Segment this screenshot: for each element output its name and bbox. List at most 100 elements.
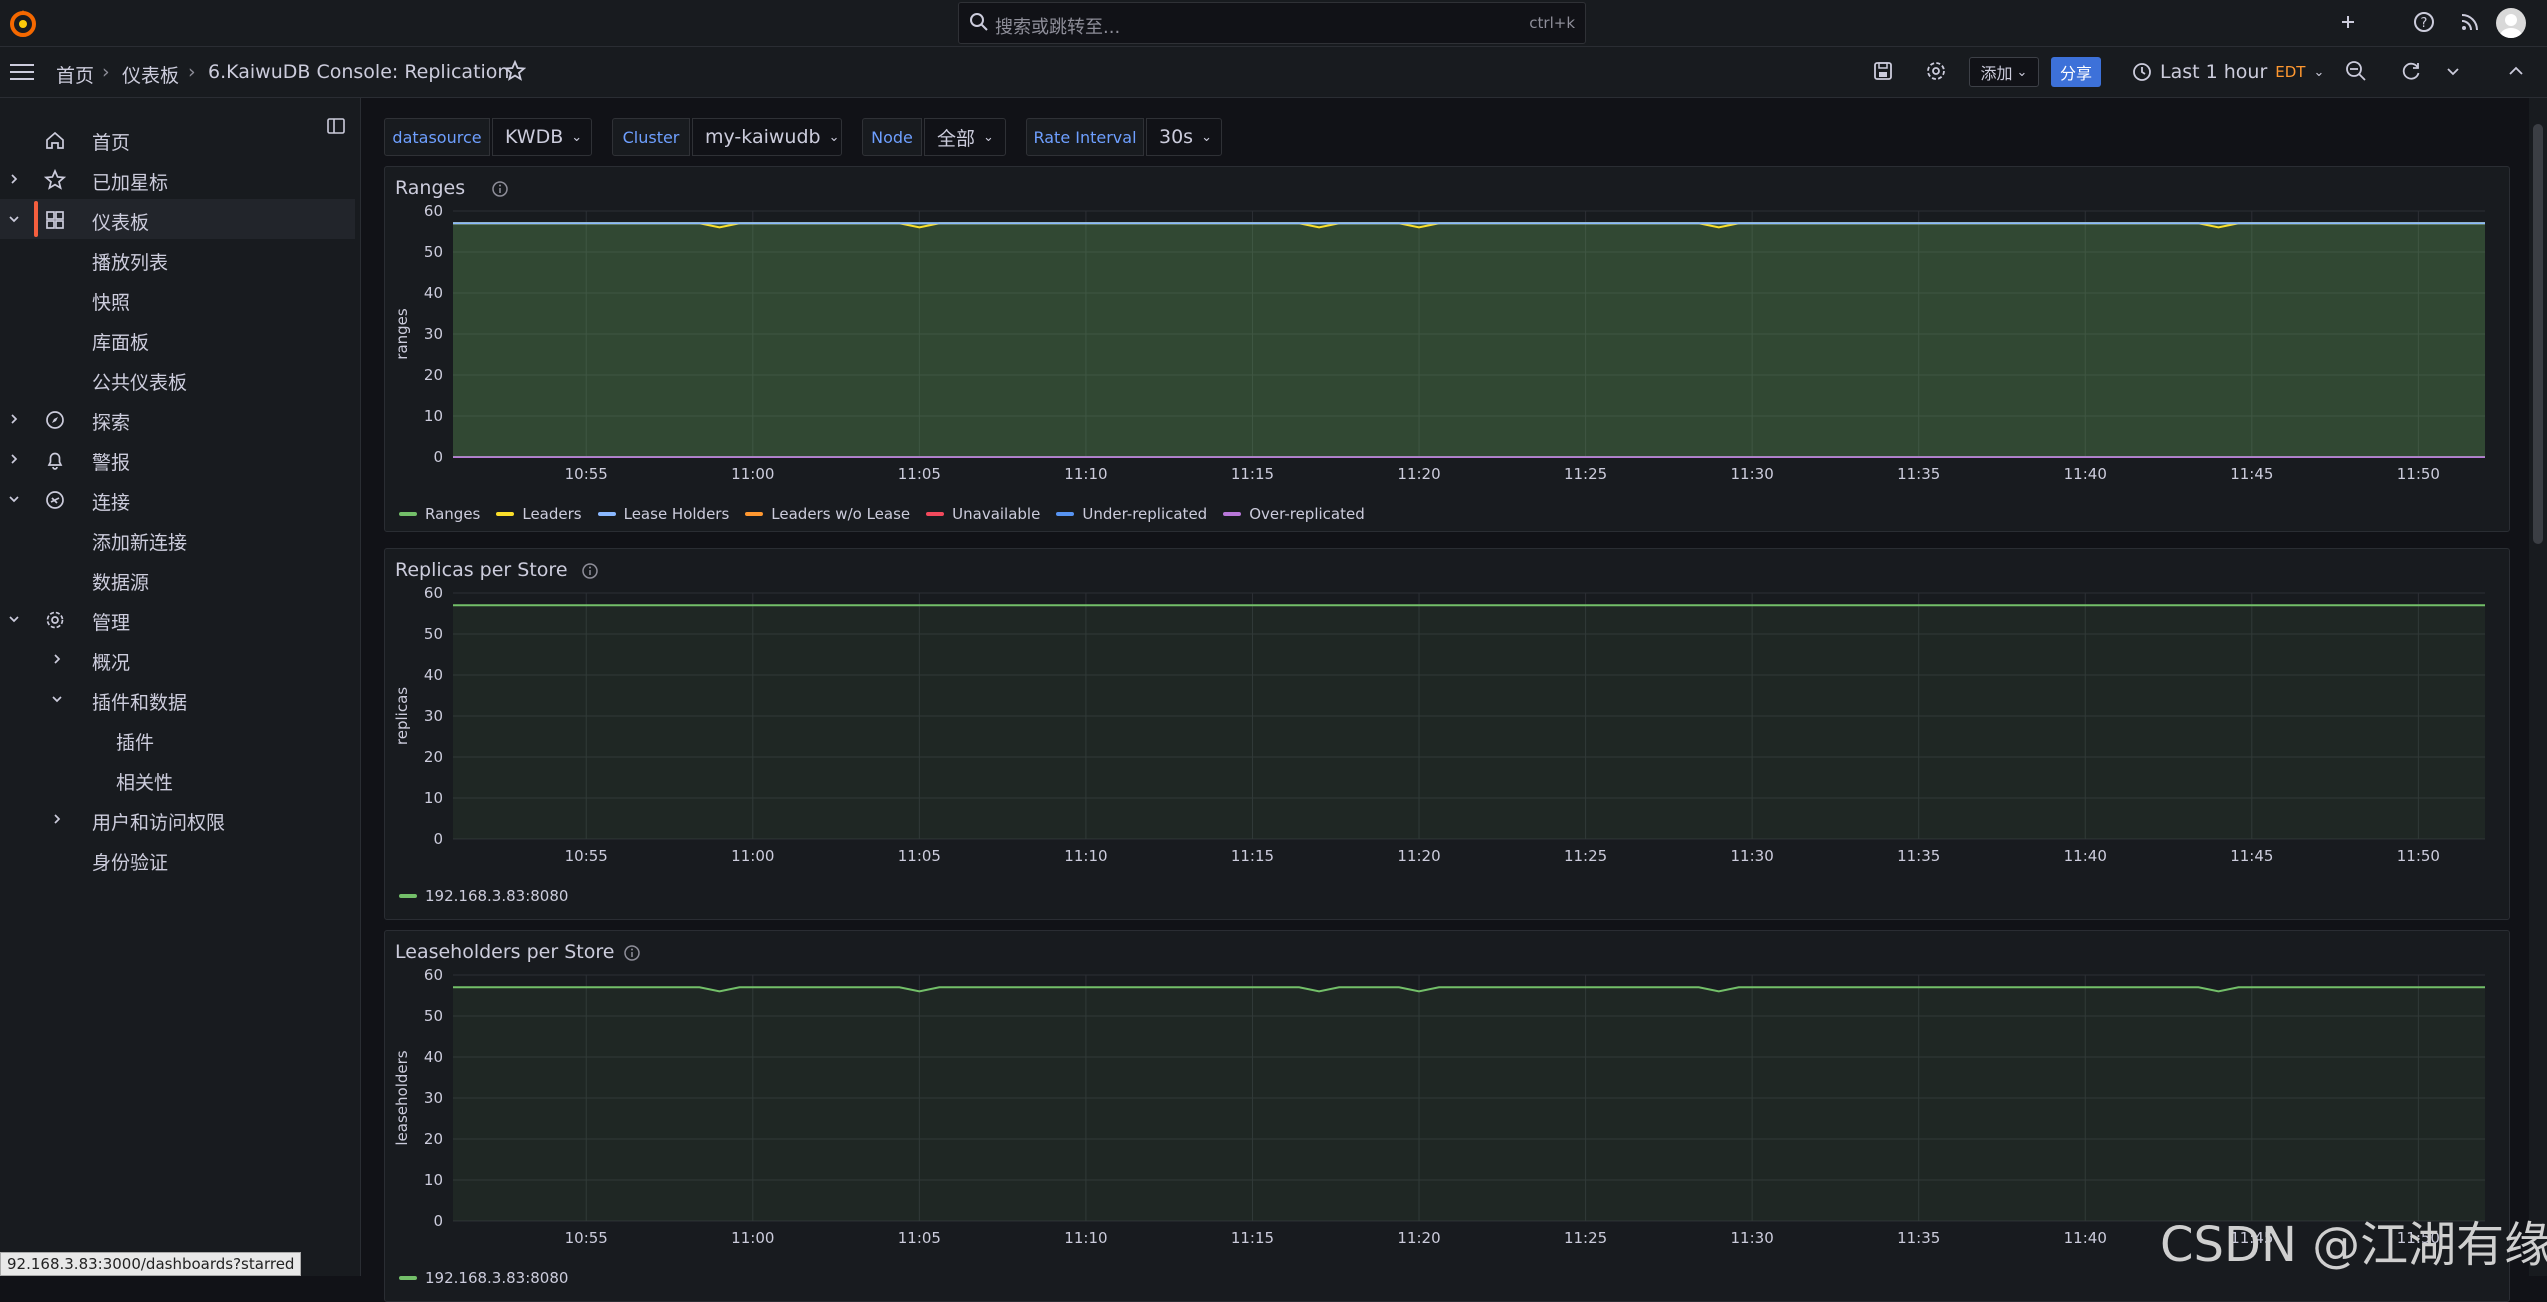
legend-item[interactable]: Lease Holders	[597, 505, 730, 523]
y-axis-label: leaseholders	[393, 1050, 411, 1145]
series-area	[453, 987, 2485, 1221]
sidebar-item-12[interactable]: 管理	[0, 599, 355, 639]
add-button-label: 添加	[1980, 64, 2013, 83]
sidebar-item-label: 用户和访问权限	[92, 812, 226, 834]
chevron-down-icon[interactable]	[7, 212, 21, 226]
x-tick-label: 11:50	[2397, 465, 2440, 483]
breadcrumb-dashboards[interactable]: 仪表板	[122, 61, 179, 88]
sidebar-item-3[interactable]: 播放列表	[0, 239, 355, 279]
sidebar-item-7[interactable]: 探索	[0, 399, 355, 439]
add-button[interactable]: 添加 ⌄	[1969, 57, 2039, 87]
legend-swatch	[399, 1276, 417, 1280]
sidebar-item-8[interactable]: 警报	[0, 439, 355, 479]
x-tick-label: 11:15	[1231, 465, 1274, 483]
grafana-logo-icon[interactable]	[8, 8, 38, 38]
menu-hamburger-icon[interactable]	[10, 63, 34, 81]
avatar-user-icon	[2500, 14, 2522, 38]
y-tick-label: 30	[424, 707, 443, 725]
sidebar-item-9[interactable]: 连接	[0, 479, 355, 519]
chevron-right-icon[interactable]	[50, 652, 64, 666]
save-icon[interactable]	[1872, 60, 1894, 82]
sidebar-item-2[interactable]: 仪表板	[0, 199, 355, 239]
sidebar-item-18[interactable]: 身份验证	[0, 839, 355, 879]
sidebar-item-16[interactable]: 相关性	[0, 759, 355, 799]
sidebar-item-1[interactable]: 已加星标	[0, 159, 355, 199]
legend-label: Lease Holders	[623, 505, 730, 523]
help-icon[interactable]: ?	[2412, 10, 2436, 34]
variable-cluster-select[interactable]: my-kaiwudb ⌄	[692, 118, 842, 156]
sidebar-nav: 首页 已加星标 仪表板 播放列表 快照 库面板 公共仪表板 探索 警报 连接 添加新连接 数据源 管理概…	[0, 98, 361, 1276]
legend-item[interactable]: Over-replicated	[1223, 505, 1365, 523]
sidebar-item-14[interactable]: 插件和数据	[0, 679, 355, 719]
sidebar-item-5[interactable]: 库面板	[0, 319, 355, 359]
variable-node-select[interactable]: 全部 ⌄	[924, 118, 1006, 156]
compass-icon	[46, 411, 64, 429]
top-bar: 搜索或跳转至... ctrl+k ?	[0, 0, 2547, 47]
scrollbar-thumb[interactable]	[2533, 124, 2543, 544]
sidebar-item-10[interactable]: 添加新连接	[0, 519, 355, 559]
y-tick-label: 10	[424, 789, 443, 807]
rss-news-icon[interactable]	[2458, 10, 2482, 34]
legend-item[interactable]: 192.168.3.83:8080	[399, 887, 568, 905]
x-tick-label: 11:40	[2064, 847, 2107, 865]
variable-datasource-select[interactable]: KWDB ⌄	[492, 118, 592, 156]
x-tick-label: 11:40	[2064, 465, 2107, 483]
chart-legend: 192.168.3.83:8080	[399, 887, 568, 905]
legend-item[interactable]: Under-replicated	[1056, 505, 1207, 523]
sidebar-item-6[interactable]: 公共仪表板	[0, 359, 355, 399]
sidebar-item-11[interactable]: 数据源	[0, 559, 355, 599]
chevron-right-icon[interactable]	[7, 172, 21, 186]
star-icon[interactable]	[504, 60, 526, 82]
legend-item[interactable]: Leaders w/o Lease	[745, 505, 910, 523]
variable-datasource-value: KWDB	[505, 126, 564, 148]
chevron-down-icon[interactable]	[7, 612, 21, 626]
legend-swatch	[1223, 512, 1242, 516]
x-tick-label: 11:10	[1064, 847, 1107, 865]
chevron-right-icon[interactable]	[7, 452, 21, 466]
breadcrumb-home[interactable]: 首页	[56, 61, 94, 88]
timezone-label: EDT	[2275, 63, 2306, 81]
chevron-down-icon[interactable]	[7, 492, 21, 506]
zoom-out-icon[interactable]	[2345, 60, 2367, 82]
legend-item[interactable]: 192.168.3.83:8080	[399, 1269, 568, 1287]
plus-icon[interactable]	[2336, 10, 2360, 34]
y-tick-label: 0	[433, 448, 443, 466]
refresh-icon[interactable]	[2400, 60, 2422, 82]
legend-item[interactable]: Unavailable	[926, 505, 1040, 523]
panel-replicas-per-store[interactable]: Replicas per Store 0 10 20 30 40 50 60 10:55 11:…	[384, 548, 2510, 920]
chevron-right-icon[interactable]	[7, 412, 21, 426]
panel-ranges[interactable]: Ranges 0 10 20 30 40 50 60 10:55 11:00 11:05 11:10…	[384, 166, 2510, 532]
legend-item[interactable]: Ranges	[399, 505, 480, 523]
legend-label: Unavailable	[952, 505, 1041, 523]
sidebar-item-17[interactable]: 用户和访问权限	[0, 799, 355, 839]
y-tick-label: 40	[424, 284, 443, 302]
variable-rate-interval-select[interactable]: 30s ⌄	[1146, 118, 1222, 156]
sidebar-item-13[interactable]: 概况	[0, 639, 355, 679]
bell-icon	[47, 452, 63, 470]
sidebar-item-15[interactable]: 插件	[0, 719, 355, 759]
sidebar-item-0[interactable]: 首页	[0, 119, 355, 159]
link-icon	[46, 491, 64, 509]
chevron-right-icon[interactable]	[50, 812, 64, 826]
sidebar-item-4[interactable]: 快照	[0, 279, 355, 319]
legend-item[interactable]: Leaders	[496, 505, 582, 523]
legend-label: Leaders w/o Lease	[771, 505, 911, 523]
share-button[interactable]: 分享	[2051, 57, 2101, 87]
x-tick-label: 11:50	[2397, 847, 2440, 865]
settings-gear-icon[interactable]	[1925, 60, 1947, 82]
x-tick-label: 11:25	[1564, 1229, 1607, 1247]
chevron-down-icon[interactable]	[50, 692, 64, 706]
collapse-chevron-up-icon[interactable]	[2508, 64, 2524, 78]
y-tick-label: 60	[424, 966, 443, 984]
x-tick-label: 11:25	[1564, 847, 1607, 865]
refresh-interval-chevron-icon[interactable]	[2446, 64, 2460, 78]
breadcrumb-separator: ›	[102, 61, 110, 83]
sidebar-item-label: 概况	[92, 652, 131, 674]
replicas-chart[interactable]: 0 10 20 30 40 50 60 10:55 11:00 11:05 11:10 11:15 11…	[385, 549, 2509, 919]
time-range-picker[interactable]: Last 1 hour EDT ⌄	[2132, 57, 2324, 87]
search-icon	[970, 13, 988, 31]
legend-label: Under-replicated	[1082, 505, 1208, 523]
search-input[interactable]: 搜索或跳转至... ctrl+k	[958, 2, 1586, 44]
ranges-chart[interactable]: 0 10 20 30 40 50 60 10:55 11:00 11:05 11:10 11:15 11…	[385, 167, 2509, 531]
user-avatar[interactable]	[2496, 8, 2526, 38]
